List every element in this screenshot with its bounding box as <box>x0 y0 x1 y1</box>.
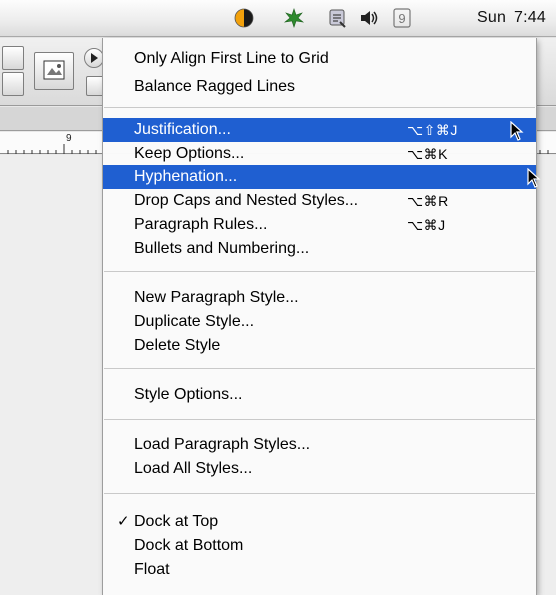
menu-separator <box>104 107 535 108</box>
menu-item-paragraph-rules[interactable]: Paragraph Rules... ⌥⌘J <box>103 213 536 237</box>
menu-item-label: Float <box>134 561 170 578</box>
menu-separator <box>104 271 535 272</box>
mouse-cursor-icon <box>510 121 524 141</box>
menu-item-shortcut: ⌥⌘K <box>407 146 448 162</box>
checkmark-icon: ✓ <box>117 513 130 530</box>
menu-item-label: Delete Style <box>134 337 221 354</box>
volume-icon[interactable] <box>357 7 379 29</box>
menu-item-label: Load All Styles... <box>134 460 253 477</box>
clock-icon[interactable]: 9 <box>391 7 413 29</box>
paragraph-styles-menu: Only Align First Line to Grid Balance Ra… <box>103 38 536 595</box>
menu-item-new-paragraph-style[interactable]: New Paragraph Style... <box>103 286 536 310</box>
menu-item-shortcut: ⌥⇧⌘J <box>407 122 458 138</box>
menu-item-label: Dock at Top <box>134 513 219 530</box>
menu-item-only-align-first-line[interactable]: Only Align First Line to Grid <box>103 47 536 71</box>
menu-separator <box>104 419 535 420</box>
menu-item-shortcut: ⌥⌘R <box>407 193 449 209</box>
menu-item-load-paragraph-styles[interactable]: Load Paragraph Styles... <box>103 433 536 457</box>
menu-item-label: Hyphenation... <box>134 168 238 185</box>
menu-item-delete-style[interactable]: Delete Style <box>103 334 536 358</box>
menu-separator <box>104 493 535 494</box>
menu-item-label: Duplicate Style... <box>134 313 255 330</box>
menu-item-hyphenation[interactable]: Hyphenation... <box>103 165 536 189</box>
menu-item-label: Drop Caps and Nested Styles... <box>134 192 359 209</box>
menu-item-dock-at-bottom[interactable]: Dock at Bottom <box>103 534 536 558</box>
menu-item-label: Keep Options... <box>134 145 245 162</box>
menubar-clock[interactable]: Sun 7:44 <box>469 9 546 27</box>
clock-time: 7:44 <box>514 9 546 26</box>
menu-item-bullets-numbering[interactable]: Bullets and Numbering... <box>103 237 536 261</box>
menu-item-duplicate-style[interactable]: Duplicate Style... <box>103 310 536 334</box>
menu-item-load-all-styles[interactable]: Load All Styles... <box>103 457 536 481</box>
toolbar-button[interactable] <box>86 76 104 96</box>
toolbar-button[interactable] <box>2 46 24 70</box>
menu-item-label: Paragraph Rules... <box>134 216 268 233</box>
colorsync-icon[interactable] <box>233 7 255 29</box>
clock-icon-label: 9 <box>398 11 405 26</box>
play-icon[interactable] <box>84 48 104 68</box>
frame-fit-button[interactable] <box>34 52 74 90</box>
toolbar-button[interactable] <box>2 72 24 96</box>
script-icon[interactable] <box>326 7 348 29</box>
menu-item-justification[interactable]: Justification... ⌥⇧⌘J <box>103 118 536 142</box>
menu-item-label: Justification... <box>134 121 231 138</box>
leaf-icon[interactable] <box>283 7 305 29</box>
menu-item-label: Load Paragraph Styles... <box>134 436 311 453</box>
menu-separator <box>104 368 535 369</box>
mouse-cursor-icon <box>527 168 541 188</box>
menu-item-label: Only Align First Line to Grid <box>134 50 329 67</box>
menu-item-label: Bullets and Numbering... <box>134 240 310 257</box>
menu-item-float[interactable]: Float <box>103 558 536 582</box>
menu-item-label: Balance Ragged Lines <box>134 78 296 95</box>
menu-item-style-options[interactable]: Style Options... <box>103 383 536 407</box>
menu-item-label: Dock at Bottom <box>134 537 244 554</box>
ruler-label: 9 <box>66 133 72 144</box>
image-fit-icon <box>43 60 65 80</box>
menu-item-dock-at-top[interactable]: ✓ Dock at Top <box>103 510 536 534</box>
clock-day: Sun <box>476 9 507 26</box>
menu-bar: 9 Sun 7:44 <box>0 0 556 37</box>
menu-item-drop-caps[interactable]: Drop Caps and Nested Styles... ⌥⌘R <box>103 189 536 213</box>
menu-item-label: New Paragraph Style... <box>134 289 299 306</box>
menu-item-balance-ragged-lines[interactable]: Balance Ragged Lines <box>103 75 536 99</box>
menu-item-shortcut: ⌥⌘J <box>407 217 446 233</box>
menu-item-keep-options[interactable]: Keep Options... ⌥⌘K <box>103 142 536 166</box>
menu-item-label: Style Options... <box>134 386 243 403</box>
